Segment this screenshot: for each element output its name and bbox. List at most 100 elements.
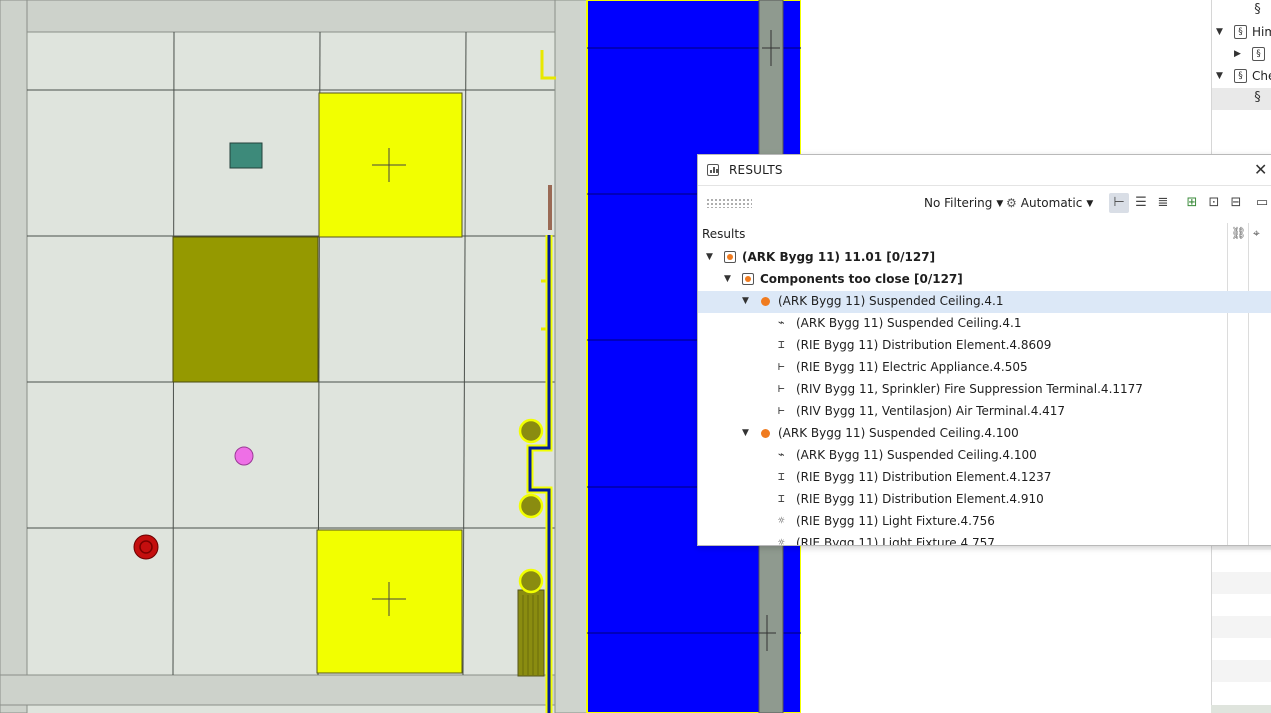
ceiling-icon: ⌁ bbox=[778, 448, 785, 461]
light-icon: ☼ bbox=[778, 514, 785, 527]
mode-label: Automatic bbox=[1020, 196, 1083, 210]
result-row[interactable]: ☼ (RIE Bygg 11) Light Fixture.4.757 bbox=[698, 533, 1271, 546]
model-tree-label: Che bbox=[1252, 69, 1271, 83]
result-row[interactable]: ▼ (ARK Bygg 11) Suspended Ceiling.4.100 bbox=[698, 423, 1271, 445]
result-row[interactable]: ⌶ (RIE Bygg 11) Distribution Element.4.91… bbox=[698, 489, 1271, 511]
expand-toggle-icon[interactable]: ▼ bbox=[1216, 71, 1223, 81]
close-icon[interactable]: ✕ bbox=[1254, 160, 1267, 179]
bar-chart-icon bbox=[707, 164, 719, 176]
model-tree-row[interactable]: § bbox=[1212, 0, 1271, 22]
distribution-icon: ⌶ bbox=[778, 492, 785, 505]
terminal-icon: ⊢ bbox=[778, 360, 785, 373]
result-row[interactable]: ⌶ (RIE Bygg 11) Distribution Element.4.86… bbox=[698, 335, 1271, 357]
result-label: (ARK Bygg 11) Suspended Ceiling.4.100 bbox=[778, 426, 1019, 440]
distribution-icon: ⌶ bbox=[778, 338, 785, 351]
bag-icon[interactable]: ⊡ bbox=[1204, 193, 1224, 213]
bag-remove-icon[interactable]: ⊟ bbox=[1226, 193, 1246, 213]
issue-status-icon bbox=[761, 297, 770, 306]
terminal-3 bbox=[518, 568, 544, 594]
wall-edge bbox=[554, 0, 588, 713]
magic-wand-icon: ⚙ bbox=[1006, 196, 1017, 210]
expand-toggle-icon[interactable]: ▼ bbox=[742, 428, 749, 438]
pipe-stub bbox=[548, 185, 552, 230]
group-icon bbox=[742, 273, 754, 285]
results-title: RESULTS bbox=[729, 163, 783, 177]
section-icon: § bbox=[1234, 69, 1247, 83]
terminal-icon: ⊢ bbox=[778, 404, 785, 417]
chevron-down-icon: ▼ bbox=[1086, 199, 1094, 209]
result-row[interactable]: ☼ (RIE Bygg 11) Light Fixture.4.756 bbox=[698, 511, 1271, 533]
expand-toggle-icon[interactable]: ▼ bbox=[706, 252, 713, 262]
olive-ceiling-tile bbox=[172, 236, 319, 383]
link-icon[interactable]: ⛓ bbox=[1231, 226, 1246, 240]
toolbar-grip[interactable] bbox=[706, 198, 752, 208]
teal-appliance bbox=[229, 142, 263, 169]
issue-status-icon bbox=[761, 429, 770, 438]
result-label: (RIE Bygg 11) Distribution Element.4.123… bbox=[796, 470, 1052, 484]
expand-toggle-icon[interactable]: ▼ bbox=[724, 274, 731, 284]
beam-bottom bbox=[0, 674, 558, 706]
terminal-2 bbox=[518, 493, 544, 519]
terminal-icon: ⊢ bbox=[778, 382, 785, 395]
result-label: (RIV Bygg 11, Ventilasjon) Air Terminal.… bbox=[796, 404, 1066, 418]
results-header-label: Results bbox=[702, 227, 746, 241]
model-tree-row[interactable]: ▼ § Che bbox=[1212, 66, 1271, 88]
model-tree-row[interactable]: § bbox=[1212, 88, 1271, 110]
result-label: (RIE Bygg 11) Light Fixture.4.756 bbox=[796, 514, 995, 528]
model-tree-row[interactable]: ▶ § bbox=[1212, 44, 1271, 66]
results-column-header: Results ⛓ ⌖ bbox=[698, 223, 1271, 245]
result-label: (RIV Bygg 11, Sprinkler) Fire Suppressio… bbox=[796, 382, 1143, 396]
result-label: (ARK Bygg 11) Suspended Ceiling.4.100 bbox=[796, 448, 1037, 462]
expand-toggle-icon[interactable]: ▼ bbox=[1216, 27, 1223, 37]
layout-icon[interactable]: ▭ bbox=[1252, 193, 1271, 213]
grouped-view-icon[interactable]: ≣ bbox=[1153, 193, 1173, 213]
result-label: (ARK Bygg 11) 11.01 [0/127] bbox=[742, 250, 936, 264]
list-view-icon[interactable]: ☰ bbox=[1131, 193, 1151, 213]
result-row[interactable]: ▼ (ARK Bygg 11) 11.01 [0/127] bbox=[698, 247, 1271, 269]
section-icon: § bbox=[1254, 2, 1261, 17]
olive-duct bbox=[517, 589, 545, 677]
filter-label: No Filtering bbox=[924, 196, 993, 210]
chevron-down-icon: ▼ bbox=[996, 199, 1004, 209]
result-label: Components too close [0/127] bbox=[760, 272, 963, 286]
result-label: (RIE Bygg 11) Distribution Element.4.860… bbox=[796, 338, 1052, 352]
focus-icon[interactable]: ⌖ bbox=[1253, 226, 1260, 241]
result-row[interactable]: ⌶ (RIE Bygg 11) Distribution Element.4.12… bbox=[698, 467, 1271, 489]
result-label: (RIE Bygg 11) Electric Appliance.4.505 bbox=[796, 360, 1028, 374]
terminal-1 bbox=[518, 418, 544, 444]
results-titlebar[interactable]: RESULTS ✕ bbox=[698, 155, 1271, 186]
result-row[interactable]: ▼ Components too close [0/127] bbox=[698, 269, 1271, 291]
group-icon bbox=[724, 251, 736, 263]
section-icon: § bbox=[1254, 90, 1261, 105]
result-row[interactable]: ⊢ (RIE Bygg 11) Electric Appliance.4.505 bbox=[698, 357, 1271, 379]
result-label: (RIE Bygg 11) Distribution Element.4.910 bbox=[796, 492, 1044, 506]
result-row[interactable]: ▼ (ARK Bygg 11) Suspended Ceiling.4.1 bbox=[698, 291, 1271, 313]
result-label: (ARK Bygg 11) Suspended Ceiling.4.1 bbox=[778, 294, 1004, 308]
results-toolbar: No Filtering ▼ ⚙ Automatic ▼ ⊢ ☰ ≣ ⊞ ⊡ ⊟ ▭ bbox=[698, 186, 1271, 222]
expand-toggle-icon[interactable]: ▶ bbox=[1234, 49, 1241, 59]
red-sprinkler bbox=[133, 534, 159, 560]
distribution-icon: ⌶ bbox=[778, 470, 785, 483]
beam-left bbox=[0, 0, 28, 713]
result-label: (RIE Bygg 11) Light Fixture.4.757 bbox=[796, 536, 995, 546]
results-panel: RESULTS ✕ No Filtering ▼ ⚙ Automatic ▼ ⊢ ☰ … bbox=[697, 154, 1271, 546]
filter-dropdown[interactable]: No Filtering ▼ bbox=[924, 196, 1003, 210]
section-icon: § bbox=[1234, 25, 1247, 39]
light-icon: ☼ bbox=[778, 536, 785, 546]
model-tree-row[interactable]: ▼ § Him bbox=[1212, 22, 1271, 44]
result-label: (ARK Bygg 11) Suspended Ceiling.4.1 bbox=[796, 316, 1022, 330]
pink-fixture bbox=[234, 446, 254, 466]
result-row[interactable]: ⊢ (RIV Bygg 11, Ventilasjon) Air Terminal… bbox=[698, 401, 1271, 423]
result-row[interactable]: ⌁ (ARK Bygg 11) Suspended Ceiling.4.100 bbox=[698, 445, 1271, 467]
result-row[interactable]: ⌁ (ARK Bygg 11) Suspended Ceiling.4.1 bbox=[698, 313, 1271, 335]
ceiling-icon: ⌁ bbox=[778, 316, 785, 329]
tree-view-icon[interactable]: ⊢ bbox=[1109, 193, 1129, 213]
beam-top bbox=[26, 0, 558, 33]
expand-toggle-icon[interactable]: ▼ bbox=[742, 296, 749, 306]
section-icon: § bbox=[1252, 47, 1265, 61]
bag-add-icon[interactable]: ⊞ bbox=[1182, 193, 1202, 213]
result-row[interactable]: ⊢ (RIV Bygg 11, Sprinkler) Fire Suppressi… bbox=[698, 379, 1271, 401]
model-tree-label: Him bbox=[1252, 25, 1271, 39]
mode-dropdown[interactable]: ⚙ Automatic ▼ bbox=[1006, 196, 1093, 210]
results-tree: ▼ (ARK Bygg 11) 11.01 [0/127] ▼ Components … bbox=[698, 247, 1271, 546]
